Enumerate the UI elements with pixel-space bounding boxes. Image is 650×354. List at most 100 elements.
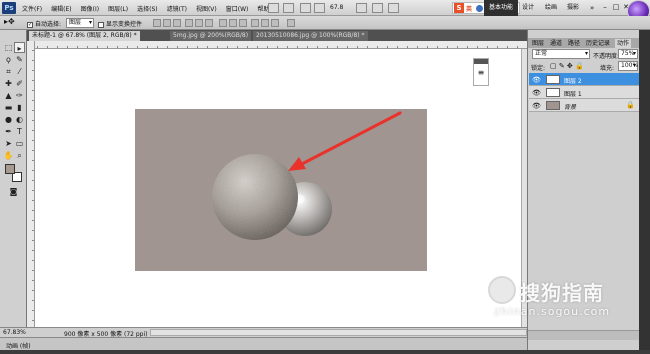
lasso-tool-icon[interactable]: ϙ — [3, 54, 14, 65]
menu-file[interactable]: 文件(F) — [22, 4, 42, 13]
move-tool-icon[interactable]: ▸✥ — [4, 17, 15, 26]
align-hcenter-icon[interactable] — [195, 19, 203, 27]
tab-layers[interactable]: 图层 — [530, 39, 546, 48]
eraser-tool-icon[interactable]: ▬ — [3, 102, 14, 113]
auto-align-icon[interactable] — [287, 19, 295, 27]
marquee-tool-icon[interactable]: ⬚ — [3, 42, 14, 53]
blur-tool-icon[interactable]: ● — [3, 114, 14, 125]
hand-tool-icon[interactable]: ✋ — [3, 150, 14, 161]
distribute-hcenter-icon[interactable] — [261, 19, 269, 27]
align-left-icon[interactable] — [185, 19, 193, 27]
lock-options-icon[interactable]: ▢ ✎ ✥ 🔒 — [550, 62, 584, 70]
layer-row-layer1[interactable]: 👁 图层 1 — [529, 86, 639, 99]
status-zoom[interactable]: 67.83% — [3, 329, 26, 336]
distribute-bottom-icon[interactable] — [239, 19, 247, 27]
quick-select-tool-icon[interactable]: ✎ — [14, 54, 25, 65]
menu-window[interactable]: 窗口(W) — [226, 4, 249, 13]
align-bottom-icon[interactable] — [173, 19, 181, 27]
eye-icon[interactable]: 👁 — [532, 76, 541, 84]
align-vcenter-icon[interactable] — [163, 19, 171, 27]
horizontal-scrollbar[interactable] — [150, 329, 527, 336]
sogou-watermark: 搜狗指南 zhinan.sogou.com — [488, 272, 638, 322]
tab-document-5mg[interactable]: 5mg.jpg @ 200%(RGB/8) — [170, 31, 252, 41]
workspace-essentials[interactable]: 基本功能 — [484, 0, 519, 16]
layer-row-layer2[interactable]: 👁 图层 2 — [529, 73, 639, 86]
history-brush-icon[interactable]: ✑ — [14, 90, 25, 101]
pen-tool-icon[interactable]: ✒ — [3, 126, 14, 137]
lock-icon: 🔒 — [626, 101, 635, 109]
zoom-tool-icon[interactable] — [314, 3, 325, 13]
tab-document-20130510086[interactable]: 20130510086.jpg @ 100%(RGB/8) * — [253, 31, 368, 41]
menu-image[interactable]: 图像(I) — [81, 4, 99, 13]
view-extras-button[interactable] — [356, 3, 367, 13]
workspace-design[interactable]: 设计 — [522, 0, 534, 16]
show-transform-option[interactable]: 显示变换控件 — [98, 19, 142, 28]
dodge-tool-icon[interactable]: ◐ — [14, 114, 25, 125]
blend-mode-dropdown[interactable]: 正常 — [532, 49, 590, 59]
layers-panel-footer — [528, 330, 640, 340]
align-right-icon[interactable] — [205, 19, 213, 27]
options-bar: ▸✥ ✓自动选择: 图层 显示变换控件 — [0, 16, 650, 30]
tab-channels[interactable]: 通道 — [548, 39, 564, 48]
watermark-text: 搜狗指南 — [520, 281, 604, 305]
distribute-right-icon[interactable] — [271, 19, 279, 27]
animation-panel-bar[interactable]: 动画 (帧) — [0, 337, 527, 350]
move-tool-icon[interactable]: ▸ — [14, 42, 25, 53]
type-tool-icon[interactable]: T — [14, 126, 25, 137]
tab-history[interactable]: 历史记录 — [584, 39, 612, 48]
launch-minibridge-button[interactable] — [283, 3, 294, 13]
brush-tool-icon[interactable]: ✐ — [14, 78, 25, 89]
show-transform-checkbox[interactable] — [98, 21, 104, 28]
shape-tool-icon[interactable]: ▭ — [14, 138, 25, 149]
clone-stamp-icon[interactable]: ▲ — [3, 90, 14, 101]
menu-edit[interactable]: 编辑(E) — [51, 4, 71, 13]
character-panel-icon[interactable]: ≡ — [474, 68, 488, 77]
collapsed-panel-dock[interactable]: ≡ — [473, 58, 489, 86]
crop-tool-icon[interactable]: ⌗ — [3, 66, 14, 77]
workspace-photography[interactable]: 摄影 — [567, 0, 579, 16]
screen-mode-button[interactable] — [388, 3, 399, 13]
arrange-documents-button[interactable] — [372, 3, 383, 13]
zoom-level[interactable]: 67.8 — [330, 4, 343, 11]
menu-select[interactable]: 选择(S) — [137, 4, 158, 13]
vertical-ruler[interactable] — [27, 41, 35, 327]
align-top-icon[interactable] — [153, 19, 161, 27]
zoom-tool-icon[interactable]: ⌕ — [14, 150, 25, 161]
tab-paths[interactable]: 路径 — [566, 39, 582, 48]
distribute-top-icon[interactable] — [219, 19, 227, 27]
image-canvas[interactable] — [135, 109, 427, 271]
auto-select-option[interactable]: ✓ 自动选择: — [27, 19, 61, 28]
canvas-artwork — [212, 111, 402, 240]
quick-mask-icon[interactable]: ◙ — [8, 186, 19, 197]
layer-thumbnail — [546, 88, 560, 97]
auto-select-checkbox[interactable]: ✓ — [27, 21, 33, 28]
horizontal-ruler[interactable] — [27, 41, 527, 49]
fill-input[interactable]: 100% — [618, 61, 638, 71]
gradient-tool-icon[interactable]: ▮ — [14, 102, 25, 113]
maximize-icon[interactable]: □ — [611, 3, 621, 12]
eye-icon[interactable]: 👁 — [532, 89, 541, 97]
path-select-tool-icon[interactable]: ➤ — [3, 138, 14, 149]
distribute-left-icon[interactable] — [251, 19, 259, 27]
foreground-color-swatch[interactable] — [5, 164, 15, 174]
workspace-more-icon[interactable]: » — [590, 0, 594, 16]
minimize-icon[interactable]: – — [600, 3, 610, 12]
menu-filter[interactable]: 滤镜(T) — [167, 4, 187, 13]
eyedropper-tool-icon[interactable]: ⁄ — [14, 66, 25, 77]
layer-row-background[interactable]: 👁 背景 🔒 — [529, 99, 639, 112]
eye-icon[interactable]: 👁 — [532, 102, 541, 110]
menu-layer[interactable]: 图层(L) — [108, 4, 128, 13]
launch-bridge-button[interactable] — [268, 3, 279, 13]
distribute-vcenter-icon[interactable] — [229, 19, 237, 27]
auto-select-dropdown[interactable]: 图层 — [66, 18, 94, 28]
healing-brush-icon[interactable]: ✚ — [3, 78, 14, 89]
opacity-input[interactable]: 75% — [618, 49, 638, 59]
annotation-arrow-shaft — [298, 111, 402, 167]
tab-actions[interactable]: 动作 — [615, 39, 632, 48]
tab-document-untitled[interactable]: 未标题-1 @ 67.8% (图层 2, RGB/8) * — [29, 31, 140, 41]
hand-tool-icon[interactable] — [300, 3, 311, 13]
menu-view[interactable]: 视图(V) — [196, 4, 217, 13]
collapsed-panel-header[interactable] — [474, 59, 488, 64]
workspace-painting[interactable]: 绘画 — [545, 0, 557, 16]
fill-label: 填充: — [600, 65, 615, 72]
